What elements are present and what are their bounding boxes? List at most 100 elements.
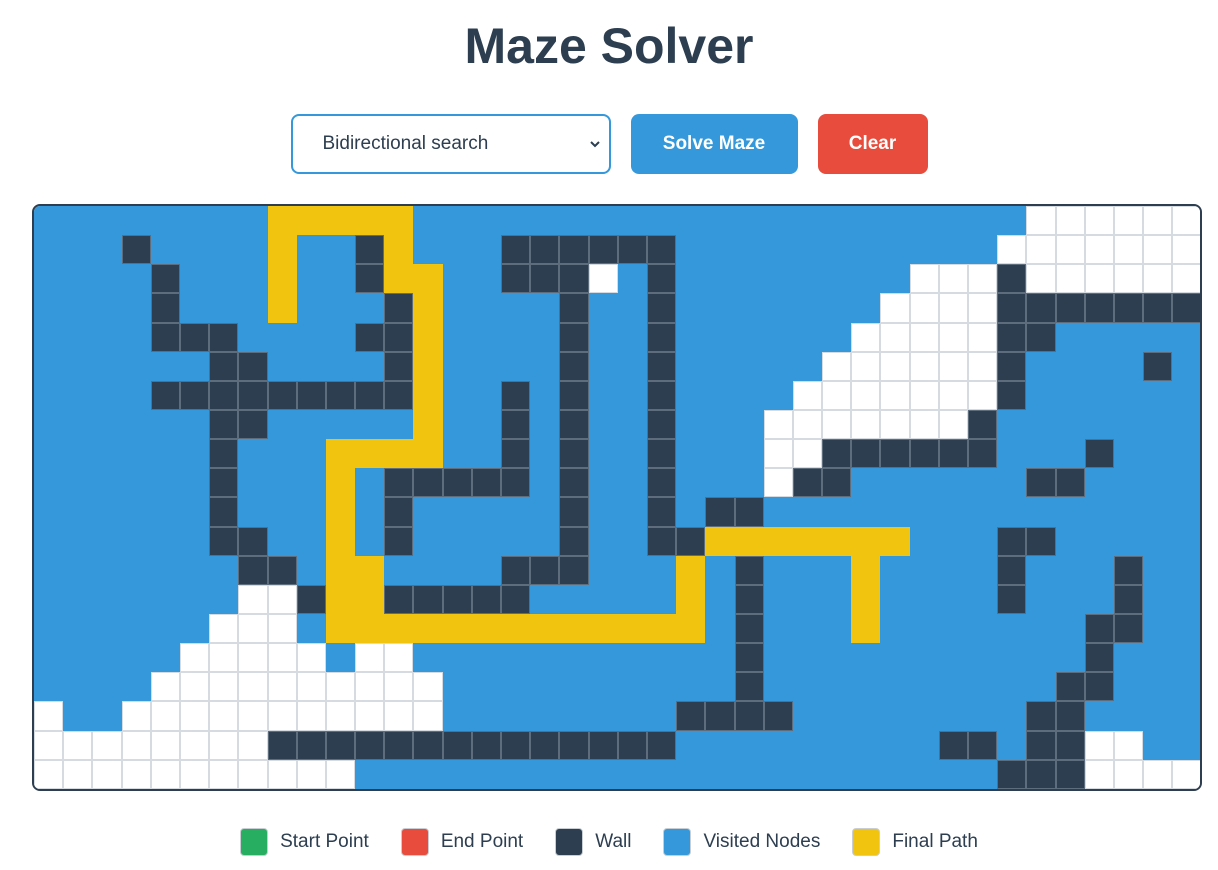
maze-cell-empty[interactable]: [179, 759, 210, 789]
maze-cell-wall[interactable]: [559, 264, 589, 294]
maze-cell-visited[interactable]: [63, 672, 93, 702]
maze-cell-visited[interactable]: [880, 264, 910, 294]
maze-cell-visited[interactable]: [822, 672, 852, 702]
maze-cell-visited[interactable]: [968, 526, 998, 556]
maze-cell-wall[interactable]: [501, 235, 531, 265]
maze-cell-visited[interactable]: [1172, 730, 1200, 760]
maze-cell-empty[interactable]: [909, 409, 939, 440]
maze-cell-visited[interactable]: [1113, 643, 1144, 673]
maze-cell-visited[interactable]: [938, 759, 968, 789]
maze-cell-visited[interactable]: [1084, 701, 1114, 731]
maze-cell-wall[interactable]: [559, 526, 589, 556]
maze-cell-visited[interactable]: [734, 235, 764, 265]
maze-cell-wall[interactable]: [325, 380, 356, 410]
maze-cell-empty[interactable]: [938, 351, 968, 381]
maze-cell-path[interactable]: [792, 526, 823, 556]
maze-cell-wall[interactable]: [1172, 293, 1200, 323]
maze-cell-visited[interactable]: [851, 759, 881, 789]
maze-cell-visited[interactable]: [63, 701, 93, 731]
maze-cell-empty[interactable]: [938, 380, 968, 410]
maze-cell-visited[interactable]: [968, 584, 998, 614]
maze-cell-visited[interactable]: [676, 672, 706, 702]
maze-cell-wall[interactable]: [530, 555, 560, 585]
maze-cell-wall[interactable]: [763, 701, 793, 731]
maze-cell-visited[interactable]: [676, 380, 706, 410]
maze-cell-visited[interactable]: [92, 351, 122, 381]
maze-cell-path[interactable]: [267, 235, 297, 265]
maze-cell-empty[interactable]: [909, 293, 939, 323]
maze-cell-visited[interactable]: [705, 730, 735, 760]
maze-cell-wall[interactable]: [1055, 701, 1085, 731]
maze-cell-visited[interactable]: [530, 526, 560, 556]
maze-cell-visited[interactable]: [1026, 643, 1056, 673]
maze-cell-path[interactable]: [355, 439, 385, 469]
maze-cell-visited[interactable]: [822, 206, 852, 236]
maze-cell-visited[interactable]: [1026, 672, 1056, 702]
maze-cell-visited[interactable]: [92, 235, 122, 265]
maze-cell-visited[interactable]: [63, 380, 93, 410]
maze-cell-visited[interactable]: [501, 759, 531, 789]
maze-cell-path[interactable]: [530, 613, 560, 644]
maze-cell-visited[interactable]: [179, 264, 210, 294]
maze-cell-visited[interactable]: [588, 409, 618, 440]
maze-cell-wall[interactable]: [997, 555, 1027, 585]
maze-cell-visited[interactable]: [617, 497, 647, 527]
maze-cell-visited[interactable]: [442, 759, 472, 789]
maze-cell-visited[interactable]: [588, 468, 618, 498]
maze-cell-wall[interactable]: [676, 526, 706, 556]
maze-cell-visited[interactable]: [1055, 380, 1085, 410]
maze-cell-visited[interactable]: [1055, 526, 1085, 556]
maze-cell-visited[interactable]: [325, 264, 356, 294]
maze-cell-wall[interactable]: [442, 584, 472, 614]
maze-cell-visited[interactable]: [1084, 584, 1114, 614]
maze-cell-wall[interactable]: [646, 497, 677, 527]
maze-cell-visited[interactable]: [442, 206, 472, 236]
maze-cell-visited[interactable]: [355, 526, 385, 556]
maze-cell-visited[interactable]: [1026, 613, 1056, 644]
maze-cell-visited[interactable]: [588, 584, 618, 614]
maze-cell-empty[interactable]: [1143, 759, 1173, 789]
maze-cell-path[interactable]: [676, 613, 706, 644]
maze-cell-empty[interactable]: [909, 322, 939, 352]
maze-cell-path[interactable]: [325, 555, 356, 585]
maze-cell-visited[interactable]: [588, 701, 618, 731]
maze-cell-path[interactable]: [355, 555, 385, 585]
maze-cell-visited[interactable]: [1172, 468, 1200, 498]
maze-cell-visited[interactable]: [238, 439, 268, 469]
maze-cell-visited[interactable]: [880, 643, 910, 673]
maze-cell-empty[interactable]: [822, 409, 852, 440]
maze-cell-empty[interactable]: [968, 351, 998, 381]
maze-cell-visited[interactable]: [617, 701, 647, 731]
maze-cell-visited[interactable]: [588, 555, 618, 585]
maze-cell-path[interactable]: [355, 206, 385, 236]
maze-cell-wall[interactable]: [355, 380, 385, 410]
maze-cell-visited[interactable]: [588, 759, 618, 789]
maze-cell-visited[interactable]: [763, 555, 793, 585]
maze-cell-wall[interactable]: [734, 701, 764, 731]
maze-cell-path[interactable]: [325, 497, 356, 527]
maze-cell-visited[interactable]: [734, 468, 764, 498]
maze-cell-empty[interactable]: [150, 759, 180, 789]
maze-cell-empty[interactable]: [1026, 206, 1056, 236]
maze-cell-visited[interactable]: [471, 526, 501, 556]
maze-cell-visited[interactable]: [851, 468, 881, 498]
maze-cell-wall[interactable]: [442, 730, 472, 760]
maze-cell-visited[interactable]: [1143, 380, 1173, 410]
maze-cell-visited[interactable]: [296, 293, 326, 323]
maze-cell-visited[interactable]: [355, 497, 385, 527]
maze-cell-visited[interactable]: [179, 555, 210, 585]
maze-cell-visited[interactable]: [1055, 439, 1085, 469]
maze-cell-visited[interactable]: [355, 351, 385, 381]
maze-cell-visited[interactable]: [968, 497, 998, 527]
maze-cell-visited[interactable]: [530, 409, 560, 440]
maze-cell-visited[interactable]: [734, 730, 764, 760]
maze-cell-wall[interactable]: [209, 497, 239, 527]
maze-cell-empty[interactable]: [63, 759, 93, 789]
maze-cell-visited[interactable]: [1143, 497, 1173, 527]
maze-cell-empty[interactable]: [238, 701, 268, 731]
maze-cell-visited[interactable]: [734, 351, 764, 381]
maze-cell-visited[interactable]: [734, 206, 764, 236]
maze-cell-wall[interactable]: [530, 235, 560, 265]
maze-cell-visited[interactable]: [617, 351, 647, 381]
maze-cell-wall[interactable]: [1084, 672, 1114, 702]
